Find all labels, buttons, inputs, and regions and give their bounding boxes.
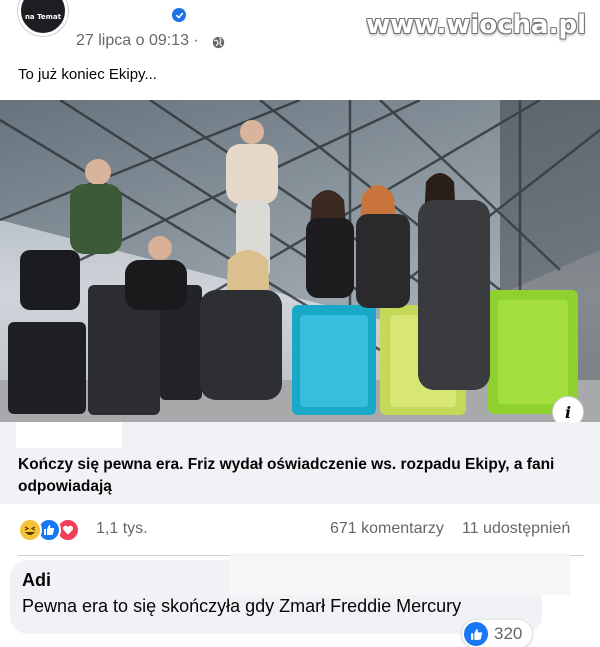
reactions-count[interactable]: 1,1 tys.: [96, 520, 148, 538]
reactions-bar: 1,1 tys. 671 komentarzy 11 udostępnień: [0, 510, 600, 550]
redacted-area: [230, 553, 570, 595]
site-watermark: www.wiocha.pl: [366, 10, 586, 40]
comment-likes-count: 320: [494, 624, 523, 643]
comment-like-badge[interactable]: 320: [462, 620, 533, 647]
post-photo[interactable]: [0, 100, 600, 422]
link-domain-redacted: [16, 422, 122, 448]
post-text: To już koniec Ekipy...: [18, 66, 157, 83]
comments-count[interactable]: 671 komentarzy: [330, 520, 444, 538]
comment-author[interactable]: Adi: [22, 570, 51, 591]
thumbs-up-icon: [464, 622, 488, 646]
globe-icon: [212, 36, 225, 49]
link-preview[interactable]: Kończy się pewna era. Friz wydał oświadc…: [0, 422, 600, 504]
haha-icon: [18, 518, 42, 542]
comment-text: Pewna era to się skończyła gdy Zmarł Fre…: [22, 596, 462, 616]
shares-count[interactable]: 11 udostępnień: [462, 520, 570, 538]
verified-badge-icon: [172, 8, 186, 22]
avatar-label: na Temat: [24, 13, 62, 21]
post-timestamp[interactable]: 27 lipca o 09:13 ·: [76, 32, 199, 50]
photo-illustration: [0, 100, 600, 422]
link-title[interactable]: Kończy się pewna era. Friz wydał oświadc…: [18, 454, 578, 498]
reaction-icons[interactable]: [18, 518, 90, 542]
page-avatar[interactable]: na Temat: [18, 0, 68, 36]
